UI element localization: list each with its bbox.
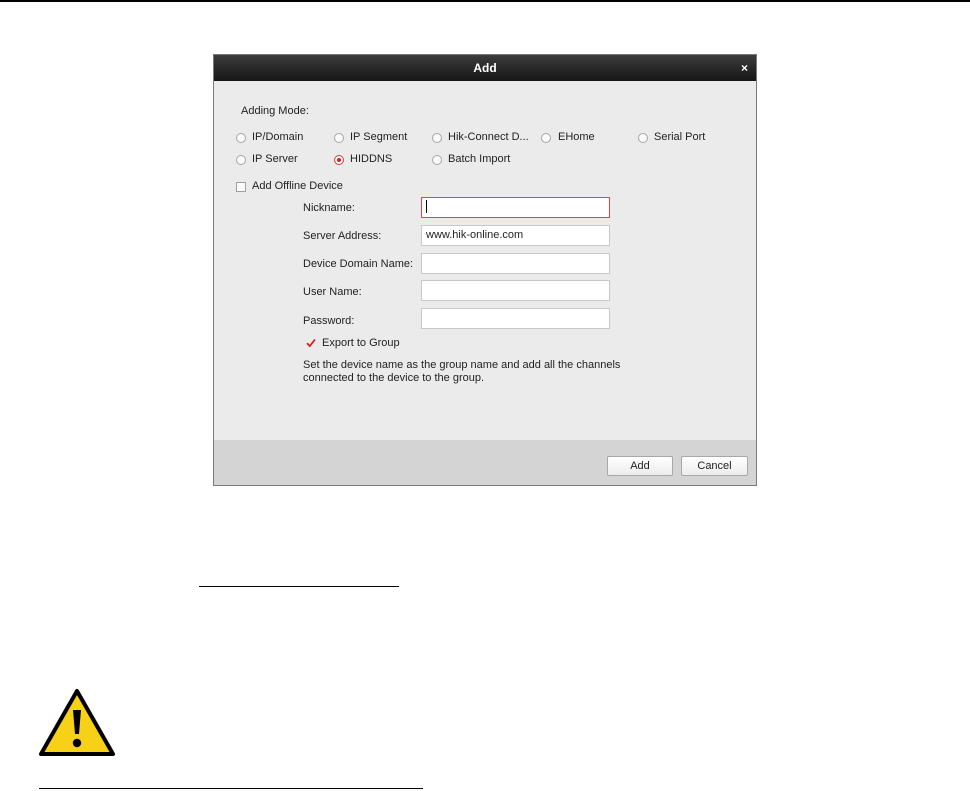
device-domain-name-input[interactable] [421, 253, 610, 274]
radio-batch-import-label[interactable]: Batch Import [448, 153, 510, 165]
radio-ip-server-label[interactable]: IP Server [252, 153, 298, 165]
radio-ip-domain[interactable] [236, 133, 246, 143]
server-address-label: Server Address: [303, 230, 382, 242]
radio-batch-import[interactable] [432, 155, 442, 165]
export-to-group-checkbox[interactable] [306, 338, 316, 348]
radio-ip-segment[interactable] [334, 133, 344, 143]
close-icon[interactable]: × [741, 55, 748, 81]
underline-link-rule [199, 586, 399, 587]
server-address-input[interactable]: www.hik-online.com [421, 225, 610, 246]
radio-ehome-label[interactable]: EHome [558, 131, 595, 143]
radio-ip-server[interactable] [236, 155, 246, 165]
export-to-group-label[interactable]: Export to Group [322, 337, 400, 349]
add-offline-device-label[interactable]: Add Offline Device [252, 180, 343, 192]
radio-ip-segment-label[interactable]: IP Segment [350, 131, 407, 143]
export-hint-text: Set the device name as the group name an… [303, 359, 621, 384]
page-top-rule [0, 0, 970, 2]
dialog-titlebar: Add × [214, 55, 756, 81]
warning-icon [39, 689, 115, 756]
checkmark-icon [306, 338, 316, 348]
dialog-footer: Add Cancel [214, 440, 756, 485]
add-offline-device-checkbox[interactable] [236, 182, 246, 192]
user-name-input[interactable] [421, 280, 610, 301]
adding-mode-label: Adding Mode: [241, 105, 309, 117]
radio-hiddns-label[interactable]: HIDDNS [350, 153, 392, 165]
radio-serial-port-label[interactable]: Serial Port [654, 131, 705, 143]
password-input[interactable] [421, 308, 610, 329]
radio-ehome[interactable] [541, 133, 551, 143]
note-underline-rule [39, 788, 423, 789]
cancel-button[interactable]: Cancel [681, 456, 748, 476]
add-button[interactable]: Add [607, 456, 673, 476]
text-caret [426, 199, 427, 213]
nickname-label: Nickname: [303, 202, 355, 214]
radio-ip-domain-label[interactable]: IP/Domain [252, 131, 303, 143]
password-label: Password: [303, 315, 355, 327]
dialog-title: Add [473, 61, 497, 75]
radio-hik-connect-label[interactable]: Hik-Connect D... [448, 131, 529, 143]
add-device-dialog: Add × Adding Mode: IP/Domain IP Segment … [213, 54, 757, 486]
device-domain-name-label: Device Domain Name: [303, 258, 414, 270]
radio-hik-connect[interactable] [432, 133, 442, 143]
user-name-label: User Name: [303, 286, 362, 298]
radio-serial-port[interactable] [638, 133, 648, 143]
radio-hiddns[interactable] [334, 155, 344, 165]
nickname-input[interactable] [421, 197, 610, 218]
